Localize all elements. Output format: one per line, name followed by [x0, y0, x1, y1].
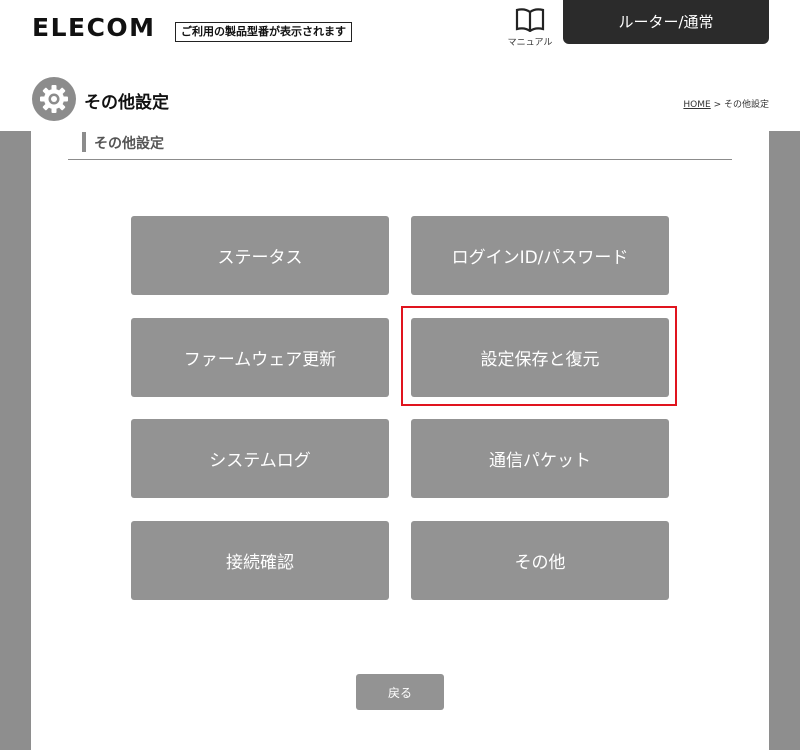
highlight-frame	[401, 306, 677, 406]
manual-label: マニュアル	[507, 38, 553, 48]
section-title: その他設定	[94, 136, 164, 152]
system-log-button[interactable]: システムログ	[131, 419, 389, 498]
page-header: その他設定 HOME > その他設定	[32, 77, 769, 123]
book-icon	[515, 8, 545, 32]
breadcrumb: HOME > その他設定	[683, 97, 769, 110]
connection-check-button[interactable]: 接続確認	[131, 521, 389, 600]
settings-gear-icon	[32, 77, 76, 121]
back-button[interactable]: 戻る	[356, 674, 444, 710]
firmware-update-button[interactable]: ファームウェア更新	[131, 318, 389, 397]
breadcrumb-current: その他設定	[723, 100, 769, 110]
model-name-label: ご利用の製品型番が表示されます	[175, 22, 352, 42]
section-header: その他設定	[68, 130, 732, 160]
login-password-button[interactable]: ログインID/パスワード	[411, 216, 669, 295]
section-marker	[82, 132, 86, 152]
others-button[interactable]: その他	[411, 521, 669, 600]
mode-tab[interactable]: ルーター/通常	[563, 0, 769, 44]
packet-capture-button[interactable]: 通信パケット	[411, 419, 669, 498]
page-title: その他設定	[84, 93, 169, 113]
breadcrumb-home-link[interactable]: HOME	[683, 100, 710, 110]
elecom-logo: ELECOM	[32, 13, 156, 42]
breadcrumb-separator: >	[710, 100, 724, 110]
manual-link[interactable]: マニュアル	[505, 8, 555, 48]
status-button[interactable]: ステータス	[131, 216, 389, 295]
